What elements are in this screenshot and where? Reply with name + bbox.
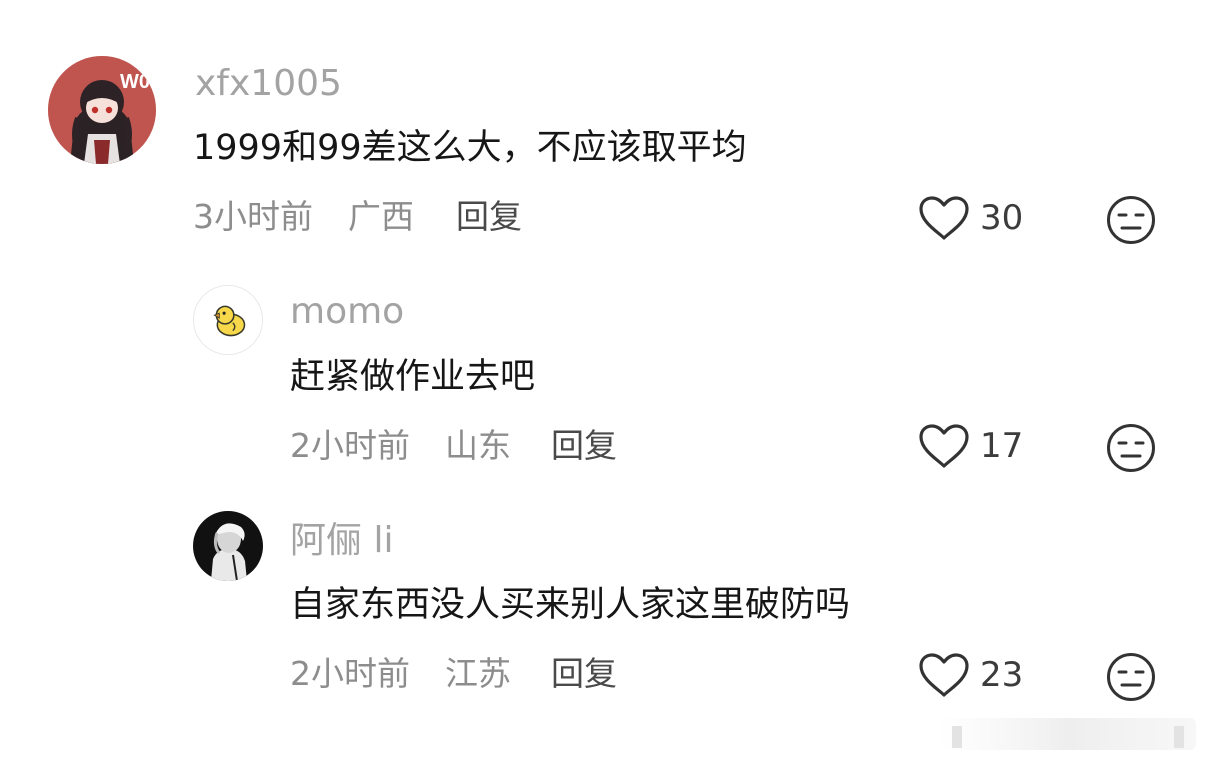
unimpressed-face-icon [1107,424,1155,472]
comment-item: W0 xfx1005 1999和99差这么大，不应该取平均 3小时前 广西 回复… [0,0,1206,250]
unimpressed-face-icon [1107,653,1155,701]
dislike-button[interactable] [1106,195,1156,245]
heart-outline-icon [919,424,969,468]
like-count: 30 [980,198,1024,238]
user-avatar[interactable]: W0 [48,56,156,164]
comment-text: 自家东西没人买来别人家这里破防吗 [290,585,851,625]
dislike-button[interactable] [1106,652,1156,702]
horizontal-scroll-indicator[interactable] [938,712,1196,758]
comment-text: 1999和99差这么大，不应该取平均 [193,128,747,168]
user-avatar[interactable] [193,285,263,355]
comment-location: 广西 [348,197,414,236]
reply-button[interactable]: 回复 [551,429,617,462]
comment-time: 2小时前 [290,654,410,693]
reply-comment-item: momo 赶紧做作业去吧 2小时前 山东 回复 17 [0,250,1206,480]
comment-time: 2小时前 [290,426,410,465]
comment-time: 3小时前 [193,197,313,236]
comment-text: 赶紧做作业去吧 [290,357,536,397]
yellow-duck-avatar-icon [194,286,262,354]
username[interactable]: momo [290,294,404,330]
reply-button[interactable]: 回复 [551,657,617,690]
user-avatar[interactable] [193,511,263,581]
heart-outline-icon [919,653,969,697]
username[interactable]: 阿俪 li [290,523,393,559]
reply-comment-item: 阿俪 li 自家东西没人买来别人家这里破防吗 2小时前 江苏 回复 23 [0,480,1206,710]
reply-button[interactable]: 回复 [456,200,522,233]
like-count: 17 [980,426,1024,466]
anime-character-avatar-icon: W0 [48,56,156,164]
username[interactable]: xfx1005 [195,66,342,102]
like-button[interactable]: 30 [918,195,1023,241]
like-button[interactable]: 23 [918,652,1023,698]
like-button[interactable]: 17 [918,423,1023,469]
heart-outline-icon [919,196,969,240]
comment-location: 山东 [445,426,511,465]
dark-portrait-avatar-icon [193,511,263,581]
dislike-button[interactable] [1106,423,1156,473]
like-count: 23 [980,655,1024,695]
comment-location: 江苏 [445,654,511,693]
unimpressed-face-icon [1107,196,1155,244]
svg-text:W0: W0 [120,71,150,93]
